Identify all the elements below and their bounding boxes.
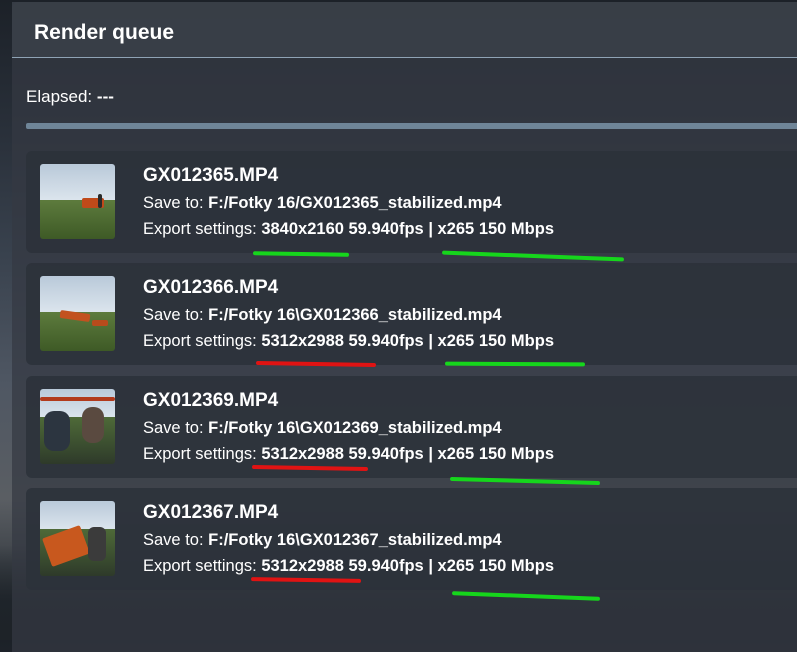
save-to-line: Save to: F:/Fotky 16/GX012365_stabilized… [143, 194, 502, 213]
export-separator: | [428, 445, 433, 463]
export-label: Export settings: [143, 445, 257, 463]
panel-title: Render queue [34, 21, 175, 44]
export-settings-line: Export settings: 3840x2160 59.940fps | x… [143, 220, 554, 239]
save-label: Save to: [143, 531, 204, 549]
elapsed-label: Elapsed: [26, 87, 93, 106]
render-queue-panel: Render queue Elapsed: --- GX012365.MP4 S… [12, 2, 797, 652]
save-path: F:/Fotky 16\GX012366_stabilized.mp4 [208, 306, 502, 324]
save-path: F:/Fotky 16/GX012365_stabilized.mp4 [208, 194, 502, 212]
file-name: GX012369.MP4 [143, 390, 279, 411]
queue-item[interactable]: GX012367.MP4 Save to: F:/Fotky 16\GX0123… [26, 488, 797, 590]
queue-item[interactable]: GX012366.MP4 Save to: F:/Fotky 16\GX0123… [26, 263, 797, 365]
save-path: F:/Fotky 16\GX012369_stabilized.mp4 [208, 419, 502, 437]
elapsed-value: --- [96, 87, 114, 106]
export-label: Export settings: [143, 332, 257, 350]
video-thumbnail [40, 501, 115, 576]
video-thumbnail [40, 164, 115, 239]
save-to-line: Save to: F:/Fotky 16\GX012369_stabilized… [143, 419, 502, 438]
export-label: Export settings: [143, 220, 257, 238]
file-name: GX012366.MP4 [143, 277, 279, 298]
export-codec: x265 150 Mbps [437, 220, 555, 238]
export-resolution-fps: 5312x2988 59.940fps [261, 332, 424, 350]
export-codec: x265 150 Mbps [437, 332, 555, 350]
save-label: Save to: [143, 194, 204, 212]
export-separator: | [428, 557, 433, 575]
export-resolution-fps: 5312x2988 59.940fps [261, 557, 424, 575]
export-resolution-fps: 3840x2160 59.940fps [261, 220, 424, 238]
export-separator: | [428, 332, 433, 350]
file-name: GX012367.MP4 [143, 502, 279, 523]
save-to-line: Save to: F:/Fotky 16\GX012367_stabilized… [143, 531, 502, 550]
queue-item[interactable]: GX012365.MP4 Save to: F:/Fotky 16/GX0123… [26, 151, 797, 253]
queue-item[interactable]: GX012369.MP4 Save to: F:/Fotky 16\GX0123… [26, 376, 797, 478]
export-settings-line: Export settings: 5312x2988 59.940fps | x… [143, 557, 554, 576]
render-progress-bar [26, 123, 797, 129]
panel-header: Render queue [12, 2, 797, 58]
file-name: GX012365.MP4 [143, 165, 279, 186]
export-label: Export settings: [143, 557, 257, 575]
export-settings-line: Export settings: 5312x2988 59.940fps | x… [143, 332, 554, 351]
video-thumbnail [40, 276, 115, 351]
save-label: Save to: [143, 419, 204, 437]
save-label: Save to: [143, 306, 204, 324]
annotation-underline [444, 361, 586, 367]
elapsed-status: Elapsed: --- [26, 87, 114, 107]
export-codec: x265 150 Mbps [437, 445, 555, 463]
save-path: F:/Fotky 16\GX012367_stabilized.mp4 [208, 531, 502, 549]
video-thumbnail [40, 389, 115, 464]
export-separator: | [428, 220, 433, 238]
export-codec: x265 150 Mbps [437, 557, 555, 575]
export-resolution-fps: 5312x2988 59.940fps [261, 445, 424, 463]
export-settings-line: Export settings: 5312x2988 59.940fps | x… [143, 445, 554, 464]
save-to-line: Save to: F:/Fotky 16\GX012366_stabilized… [143, 306, 502, 325]
